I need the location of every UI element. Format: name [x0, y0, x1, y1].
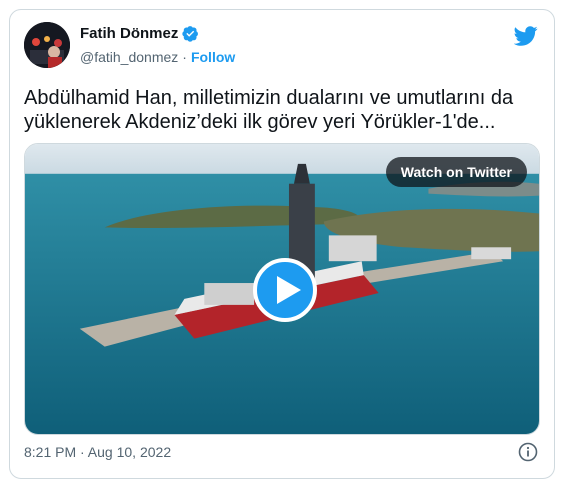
author-handle-row: @fatih_donmez · Follow [80, 49, 235, 65]
avatar[interactable] [24, 22, 70, 68]
tweet-text: Abdülhamid Han, milletimizin dualarını v… [24, 87, 514, 133]
play-button[interactable] [253, 258, 317, 322]
author-name[interactable]: Fatih Dönmez [80, 25, 178, 42]
tweet-timestamp[interactable]: 8:21 PM · Aug 10, 2022 [24, 444, 171, 460]
twitter-bird-icon[interactable] [513, 24, 538, 48]
author-handle[interactable]: @fatih_donmez [80, 49, 178, 65]
follow-button[interactable]: Follow [191, 49, 235, 65]
tweet-embed-card[interactable]: Fatih Dönmez @fatih_donmez · Follow Abdü… [9, 9, 555, 479]
verified-badge-icon [182, 25, 199, 42]
play-icon [277, 276, 301, 304]
info-icon[interactable] [518, 442, 538, 462]
separator-dot: · [182, 49, 187, 65]
author-name-row[interactable]: Fatih Dönmez [80, 25, 199, 42]
watch-on-twitter-button[interactable]: Watch on Twitter [385, 157, 527, 187]
video-player[interactable]: Watch on Twitter [24, 143, 540, 435]
